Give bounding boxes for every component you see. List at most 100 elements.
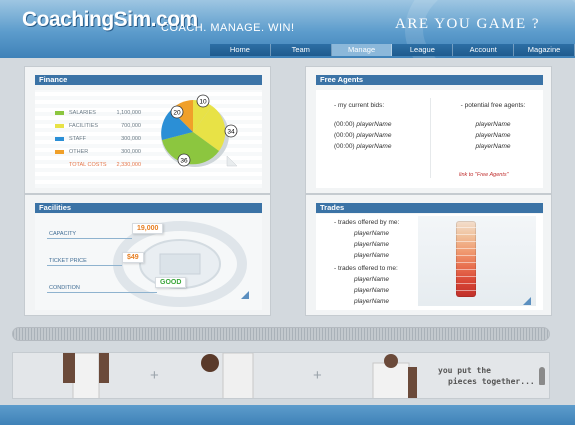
plus-icon: +	[313, 367, 322, 384]
bid-player[interactable]: playerName	[356, 121, 391, 128]
trades-card: Trades - trades offered by me: playerNam…	[305, 194, 552, 316]
trade-player[interactable]: playerName	[334, 296, 398, 307]
trade-player[interactable]: playerName	[334, 239, 399, 250]
bid-row[interactable]: (00:00) playerName	[334, 119, 391, 130]
player-silhouette	[372, 362, 410, 398]
trade-player[interactable]: playerName	[334, 285, 398, 296]
player-arm	[63, 353, 75, 383]
ticket-price-label: TICKET PRICE	[49, 258, 87, 264]
nav-home[interactable]: Home	[210, 44, 271, 56]
potential-player[interactable]: playerName	[448, 130, 538, 141]
pie-chart-svg: 10 34 36 20	[161, 94, 238, 167]
finance-row: FACILITIES 700,000	[55, 119, 141, 132]
finance-title[interactable]: Finance	[35, 75, 262, 85]
bid-row[interactable]: (00:00) playerName	[334, 130, 391, 141]
condition-value[interactable]: GOOD	[155, 277, 187, 288]
site-slogan: ARE YOU GAME ?	[395, 16, 541, 32]
banner-slogan-line: you put the	[438, 366, 491, 375]
banner-figure-icon	[539, 367, 545, 385]
finance-row: OTHER 300,000	[55, 145, 141, 158]
bid-player[interactable]: playerName	[356, 143, 391, 150]
pie-label: 36	[180, 158, 188, 165]
corner-expand-icon[interactable]	[521, 295, 533, 307]
trade-meter-lines	[456, 221, 476, 297]
nav-account[interactable]: Account	[453, 44, 515, 56]
bid-time: (00:00)	[334, 132, 355, 139]
nav-team[interactable]: Team	[271, 44, 332, 56]
finance-value: 700,000	[121, 122, 141, 129]
finance-row: STAFF 300,000	[55, 132, 141, 145]
trades-title[interactable]: Trades	[316, 203, 543, 213]
facilities-body: CAPACITY 19,000 TICKET PRICE $49 CONDITI…	[35, 214, 262, 310]
staff-swatch	[55, 136, 64, 141]
finance-card: Finance SALARIES 1,100,000 FACILITIES 70…	[24, 66, 271, 194]
condition-line	[47, 292, 157, 293]
player-name[interactable]: playerName	[475, 143, 510, 150]
free-agents-link[interactable]: link to "Free Agents"	[459, 172, 509, 178]
finance-value: 300,000	[121, 148, 141, 155]
pie-label: 10	[199, 99, 207, 106]
finance-row: SALARIES 1,100,000	[55, 106, 141, 119]
finance-body: SALARIES 1,100,000 FACILITIES 700,000 ST…	[35, 90, 262, 188]
bid-row[interactable]: (00:00) playerName	[334, 141, 391, 152]
site-tagline: COACH. MANAGE. WIN!	[161, 22, 295, 34]
bid-time: (00:00)	[334, 121, 355, 128]
capacity-label: CAPACITY	[49, 231, 77, 237]
finance-value: 1,100,000	[116, 109, 141, 116]
player-name[interactable]: playerName	[475, 121, 510, 128]
nav-manage[interactable]: Manage	[331, 44, 393, 56]
finance-total-row: TOTAL COSTS 2,330,000	[55, 158, 141, 171]
facilities-card: Facilities CAPACITY 19,000 TICKET PRICE …	[24, 194, 271, 316]
player-silhouette	[222, 353, 254, 398]
site-footer	[0, 405, 575, 425]
trades-offered-to: - trades offered to me: playerName playe…	[334, 263, 398, 307]
offered-to-label: - trades offered to me:	[334, 265, 398, 272]
finance-total-value: 2,330,000	[116, 161, 141, 168]
player-head	[384, 354, 398, 368]
trade-player[interactable]: playerName	[334, 250, 399, 261]
player-arm	[99, 353, 109, 383]
condition-label: CONDITION	[49, 285, 80, 291]
finance-pie-chart: 10 34 36 20	[157, 94, 247, 174]
plus-icon: +	[150, 367, 159, 384]
potential-agents-label: - potential free agents:	[460, 102, 526, 109]
main-nav: Home Team Manage League Account Magazine	[210, 44, 575, 56]
banner-slogan-line: pieces together...	[448, 377, 535, 386]
finance-label: STAFF	[69, 135, 87, 142]
salaries-swatch	[55, 110, 64, 115]
player-name[interactable]: playerName	[475, 132, 510, 139]
site-header: CoachingSim.com COACH. MANAGE. WIN! ARE …	[0, 0, 575, 58]
potential-player[interactable]: playerName	[448, 141, 538, 152]
capacity-value[interactable]: 19,000	[132, 223, 164, 234]
current-bids-label: - my current bids:	[334, 102, 385, 109]
basketball-shape	[201, 354, 219, 372]
ticket-price-value[interactable]: $49	[122, 252, 144, 263]
bid-time: (00:00)	[334, 143, 355, 150]
corner-expand-icon[interactable]	[241, 291, 249, 299]
finance-label: OTHER	[69, 148, 89, 155]
trades-body: - trades offered by me: playerName playe…	[316, 214, 543, 310]
nav-league[interactable]: League	[392, 44, 454, 56]
free-agents-divider	[430, 98, 431, 178]
bid-player[interactable]: playerName	[356, 132, 391, 139]
player-arm	[408, 367, 417, 398]
current-bids-column: - my current bids: (00:00) playerName (0…	[334, 102, 391, 152]
finance-label: FACILITIES	[69, 122, 99, 129]
finance-value: 300,000	[121, 135, 141, 142]
other-swatch	[55, 149, 64, 154]
potential-player[interactable]: playerName	[448, 119, 538, 130]
offered-by-label: - trades offered by me:	[334, 219, 400, 226]
pie-label: 20	[173, 110, 181, 117]
finance-label: SALARIES	[69, 109, 96, 116]
finance-legend: SALARIES 1,100,000 FACILITIES 700,000 ST…	[55, 106, 141, 171]
trade-player[interactable]: playerName	[334, 274, 398, 285]
capacity-line	[47, 238, 132, 239]
banner-slogan: you put the pieces together...	[438, 365, 535, 387]
trade-player[interactable]: playerName	[334, 228, 399, 239]
potential-agents-column: - potential free agents: playerName play…	[448, 102, 538, 152]
finance-total-label: TOTAL COSTS	[69, 161, 107, 168]
facilities-title[interactable]: Facilities	[35, 203, 262, 213]
nav-magazine[interactable]: Magazine	[514, 44, 575, 56]
facilities-swatch	[55, 123, 64, 128]
free-agents-title[interactable]: Free Agents	[316, 75, 543, 85]
